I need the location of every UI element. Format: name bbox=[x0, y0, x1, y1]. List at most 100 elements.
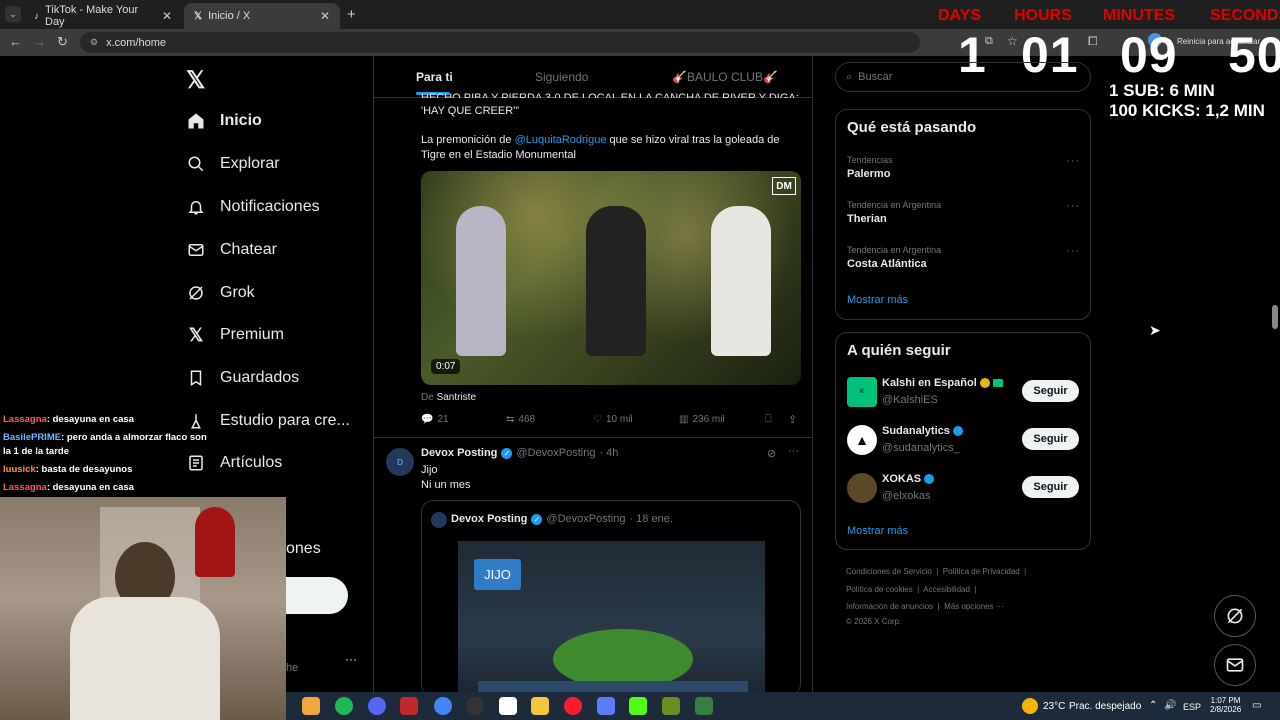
reply-icon: 💬 bbox=[421, 414, 434, 425]
copilot-icon[interactable] bbox=[302, 697, 320, 715]
grok-icon[interactable]: ⊘ bbox=[767, 447, 776, 460]
post1-text-suffix: que se hizo viral tras la goleada de bbox=[606, 134, 780, 146]
tab-siguiendo[interactable]: Siguiendo bbox=[535, 70, 588, 84]
home-icon bbox=[186, 111, 206, 131]
nav-inicio[interactable]: Inicio bbox=[186, 111, 262, 131]
reload-icon[interactable]: ↻ bbox=[57, 34, 68, 50]
tab-x-home[interactable]: 𝕏 Inicio / X ✕ bbox=[184, 3, 340, 29]
url-field[interactable]: ⚙ x.com/home bbox=[80, 32, 920, 53]
footer-link[interactable]: Más opciones ··· bbox=[944, 602, 1004, 611]
follow-show-more-link[interactable]: Mostrar más bbox=[847, 525, 908, 537]
author-name[interactable]: Devox Posting bbox=[421, 447, 497, 459]
close-tab-icon[interactable]: ✕ bbox=[320, 9, 330, 23]
notification-icon[interactable]: ▭ bbox=[1252, 700, 1261, 711]
avatar[interactable]: D bbox=[386, 448, 414, 476]
grok-float-button[interactable] bbox=[1214, 595, 1256, 637]
post-button[interactable] bbox=[286, 577, 348, 614]
verified-gold-icon bbox=[979, 378, 990, 388]
app-icon[interactable] bbox=[662, 697, 680, 715]
footer-link[interactable]: Información de anuncios bbox=[846, 602, 933, 611]
weather-temp[interactable]: 23°C bbox=[1043, 701, 1065, 712]
author-handle[interactable]: @DevoxPosting bbox=[516, 447, 595, 459]
chat-text: : pero anda a almorzar flaco son bbox=[61, 432, 207, 443]
post1-video[interactable]: DM 0:07 bbox=[421, 171, 801, 385]
forward-icon[interactable]: → bbox=[33, 34, 46, 49]
new-tab-icon[interactable]: + bbox=[347, 6, 356, 23]
language-indicator[interactable]: ESP bbox=[1183, 702, 1201, 712]
nav-premium[interactable]: 𝕏 Premium bbox=[186, 325, 284, 345]
nav-chatear[interactable]: Chatear bbox=[186, 240, 277, 260]
avatar[interactable] bbox=[847, 473, 877, 503]
x-logo-icon[interactable]: 𝕏 bbox=[186, 66, 205, 95]
trend-more-icon[interactable]: ··· bbox=[1066, 200, 1080, 212]
page-scrollbar-thumb[interactable] bbox=[1272, 305, 1278, 329]
avatar[interactable]: K bbox=[847, 377, 877, 407]
minecraft-icon[interactable] bbox=[695, 697, 713, 715]
avatar[interactable]: ▲ bbox=[847, 425, 877, 455]
nav-grok[interactable]: Grok bbox=[186, 283, 255, 303]
app-icon[interactable] bbox=[597, 697, 615, 715]
tab-search-icon[interactable]: ⌄ bbox=[5, 6, 21, 22]
trend-item[interactable]: Tendencia en Argentina Therian bbox=[847, 200, 941, 225]
footer-link[interactable]: Política de cookies bbox=[846, 585, 913, 594]
weather-desc[interactable]: Prac. despejado bbox=[1069, 701, 1141, 712]
folder-icon[interactable] bbox=[531, 697, 549, 715]
chrome-icon[interactable] bbox=[434, 697, 452, 715]
follow-button[interactable]: Seguir bbox=[1022, 428, 1079, 450]
close-tab-icon[interactable]: ✕ bbox=[162, 9, 172, 23]
follow-name-row[interactable]: Sudanalytics bbox=[882, 425, 963, 437]
obs-icon[interactable] bbox=[466, 697, 484, 715]
nav-articulos[interactable]: Artículos bbox=[186, 453, 282, 473]
bookmark-star-icon[interactable]: ☆ bbox=[1007, 34, 1018, 48]
search-input[interactable]: ⌕ Buscar bbox=[835, 62, 1091, 92]
tab-para-ti[interactable]: Para ti bbox=[416, 70, 453, 84]
trends-show-more-link[interactable]: Mostrar más bbox=[847, 294, 908, 306]
follow-button[interactable]: Seguir bbox=[1022, 476, 1079, 498]
trend-more-icon[interactable]: ··· bbox=[1066, 245, 1080, 257]
footer-link[interactable]: Accesibilidad bbox=[923, 585, 970, 594]
like-action[interactable]: ♡ 10 mil bbox=[593, 414, 633, 425]
site-info-icon[interactable]: ⚙ bbox=[90, 37, 98, 48]
spotify-icon[interactable] bbox=[335, 697, 353, 715]
nav-estudio[interactable]: Estudio para cre... bbox=[186, 411, 350, 431]
tab-baulo-club[interactable]: 🎸BAULO CLUB🎸 bbox=[672, 70, 778, 84]
tab-tiktok[interactable]: ♪ TikTok - Make Your Day ✕ bbox=[24, 3, 182, 29]
views-action[interactable]: ▥ 236 mil bbox=[679, 414, 725, 425]
nav-notificaciones[interactable]: Notificaciones bbox=[186, 197, 320, 217]
tray-chevron-icon[interactable]: ⌃ bbox=[1149, 700, 1157, 711]
footer-link[interactable]: Política de Privacidad bbox=[943, 567, 1020, 576]
app-icon[interactable] bbox=[499, 697, 517, 715]
account-partial-name[interactable]: he bbox=[286, 662, 298, 674]
account-more-icon[interactable]: ··· bbox=[345, 652, 357, 666]
share-icon[interactable]: ⇪ bbox=[788, 413, 797, 426]
nav-more-partial[interactable]: ones bbox=[286, 540, 321, 558]
discord-icon[interactable] bbox=[368, 697, 386, 715]
more-icon[interactable]: ··· bbox=[788, 445, 799, 457]
nav-explorar[interactable]: Explorar bbox=[186, 154, 280, 174]
extensions-icon[interactable]: ⧠ bbox=[1088, 34, 1098, 49]
heart-icon: ♡ bbox=[593, 414, 602, 425]
trend-item[interactable]: Tendencia en Argentina Costa Atlántica bbox=[847, 245, 941, 270]
nav-guardados[interactable]: Guardados bbox=[186, 368, 299, 388]
post-time[interactable]: · 4h bbox=[599, 447, 618, 459]
source-name-link[interactable]: Santriste bbox=[437, 392, 476, 403]
repost-action[interactable]: ⇆ 468 bbox=[506, 414, 535, 425]
speaker-icon[interactable]: 🔊 bbox=[1164, 700, 1176, 711]
quoted-post[interactable]: Devox Posting ✓ @DevoxPosting · 18 ene. … bbox=[421, 500, 801, 696]
clock[interactable]: 1:07 PM 2/8/2026 bbox=[1210, 696, 1241, 714]
follow-button[interactable]: Seguir bbox=[1022, 380, 1079, 402]
back-icon[interactable]: ← bbox=[9, 34, 22, 49]
reply-action[interactable]: 💬 21 bbox=[421, 414, 449, 425]
app-icon[interactable] bbox=[400, 697, 418, 715]
messages-float-button[interactable] bbox=[1214, 644, 1256, 686]
kick-icon[interactable] bbox=[629, 697, 647, 715]
follow-name-row[interactable]: XOKAS bbox=[882, 473, 935, 485]
footer-link[interactable]: Condiciones de Servicio bbox=[846, 567, 932, 576]
trend-more-icon[interactable]: ··· bbox=[1066, 155, 1080, 167]
bookmark-icon[interactable]: ⎕ bbox=[765, 413, 772, 426]
mention-link[interactable]: @LuquitaRodrigue bbox=[515, 134, 607, 146]
opera-icon[interactable] bbox=[564, 697, 582, 715]
follow-name-row[interactable]: Kalshi en Español bbox=[882, 377, 1003, 389]
view-count: 236 mil bbox=[692, 414, 725, 425]
trend-item[interactable]: Tendencias Palermo bbox=[847, 155, 893, 180]
